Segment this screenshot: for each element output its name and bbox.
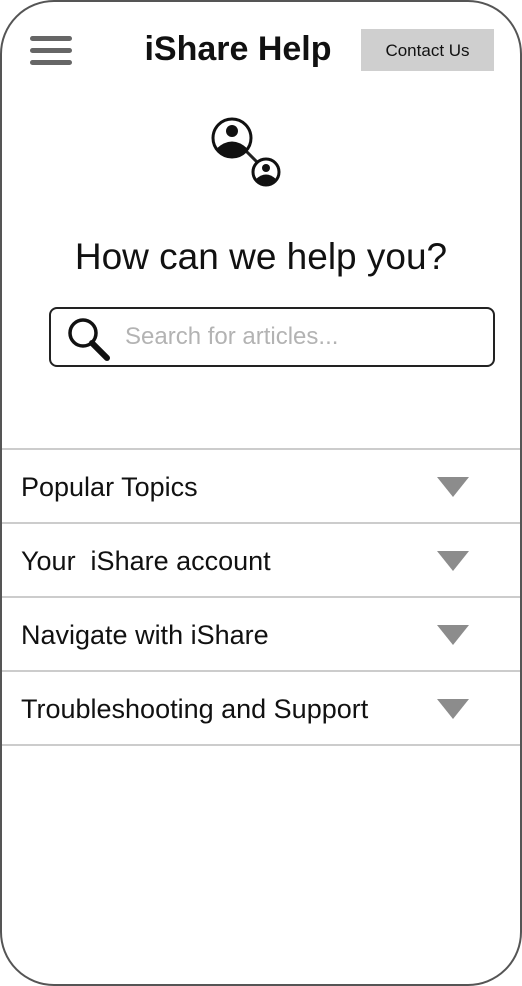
topic-your-ishare-account[interactable]: Your iShare account [2,524,520,598]
search-input[interactable] [125,317,481,357]
phone-frame: iShare Help Contact Us How can we help y… [0,0,522,986]
triangle-down-icon[interactable] [436,624,470,646]
triangle-down-icon[interactable] [436,698,470,720]
help-heading: How can we help you? [74,236,448,277]
contact-us-button[interactable]: Contact Us [361,29,494,71]
search-icon[interactable] [65,315,111,361]
topic-troubleshooting-and-support[interactable]: Troubleshooting and Support [2,672,520,746]
people-connection-icon [205,114,285,190]
hamburger-menu-icon[interactable] [30,34,74,66]
app-title: iShare Help [144,30,332,68]
topic-label: Navigate with iShare [21,620,269,650]
topic-popular-topics[interactable]: Popular Topics [2,450,520,524]
topic-label: Popular Topics [21,472,198,502]
topic-label: Your iShare account [21,546,271,576]
topics-accordion: Popular Topics Your iShare account Navig… [2,448,520,746]
topic-label: Troubleshooting and Support [21,694,369,724]
topic-navigate-with-ishare[interactable]: Navigate with iShare [2,598,520,672]
search-bar[interactable] [49,307,495,367]
triangle-down-icon[interactable] [436,550,470,572]
triangle-down-icon[interactable] [436,476,470,498]
